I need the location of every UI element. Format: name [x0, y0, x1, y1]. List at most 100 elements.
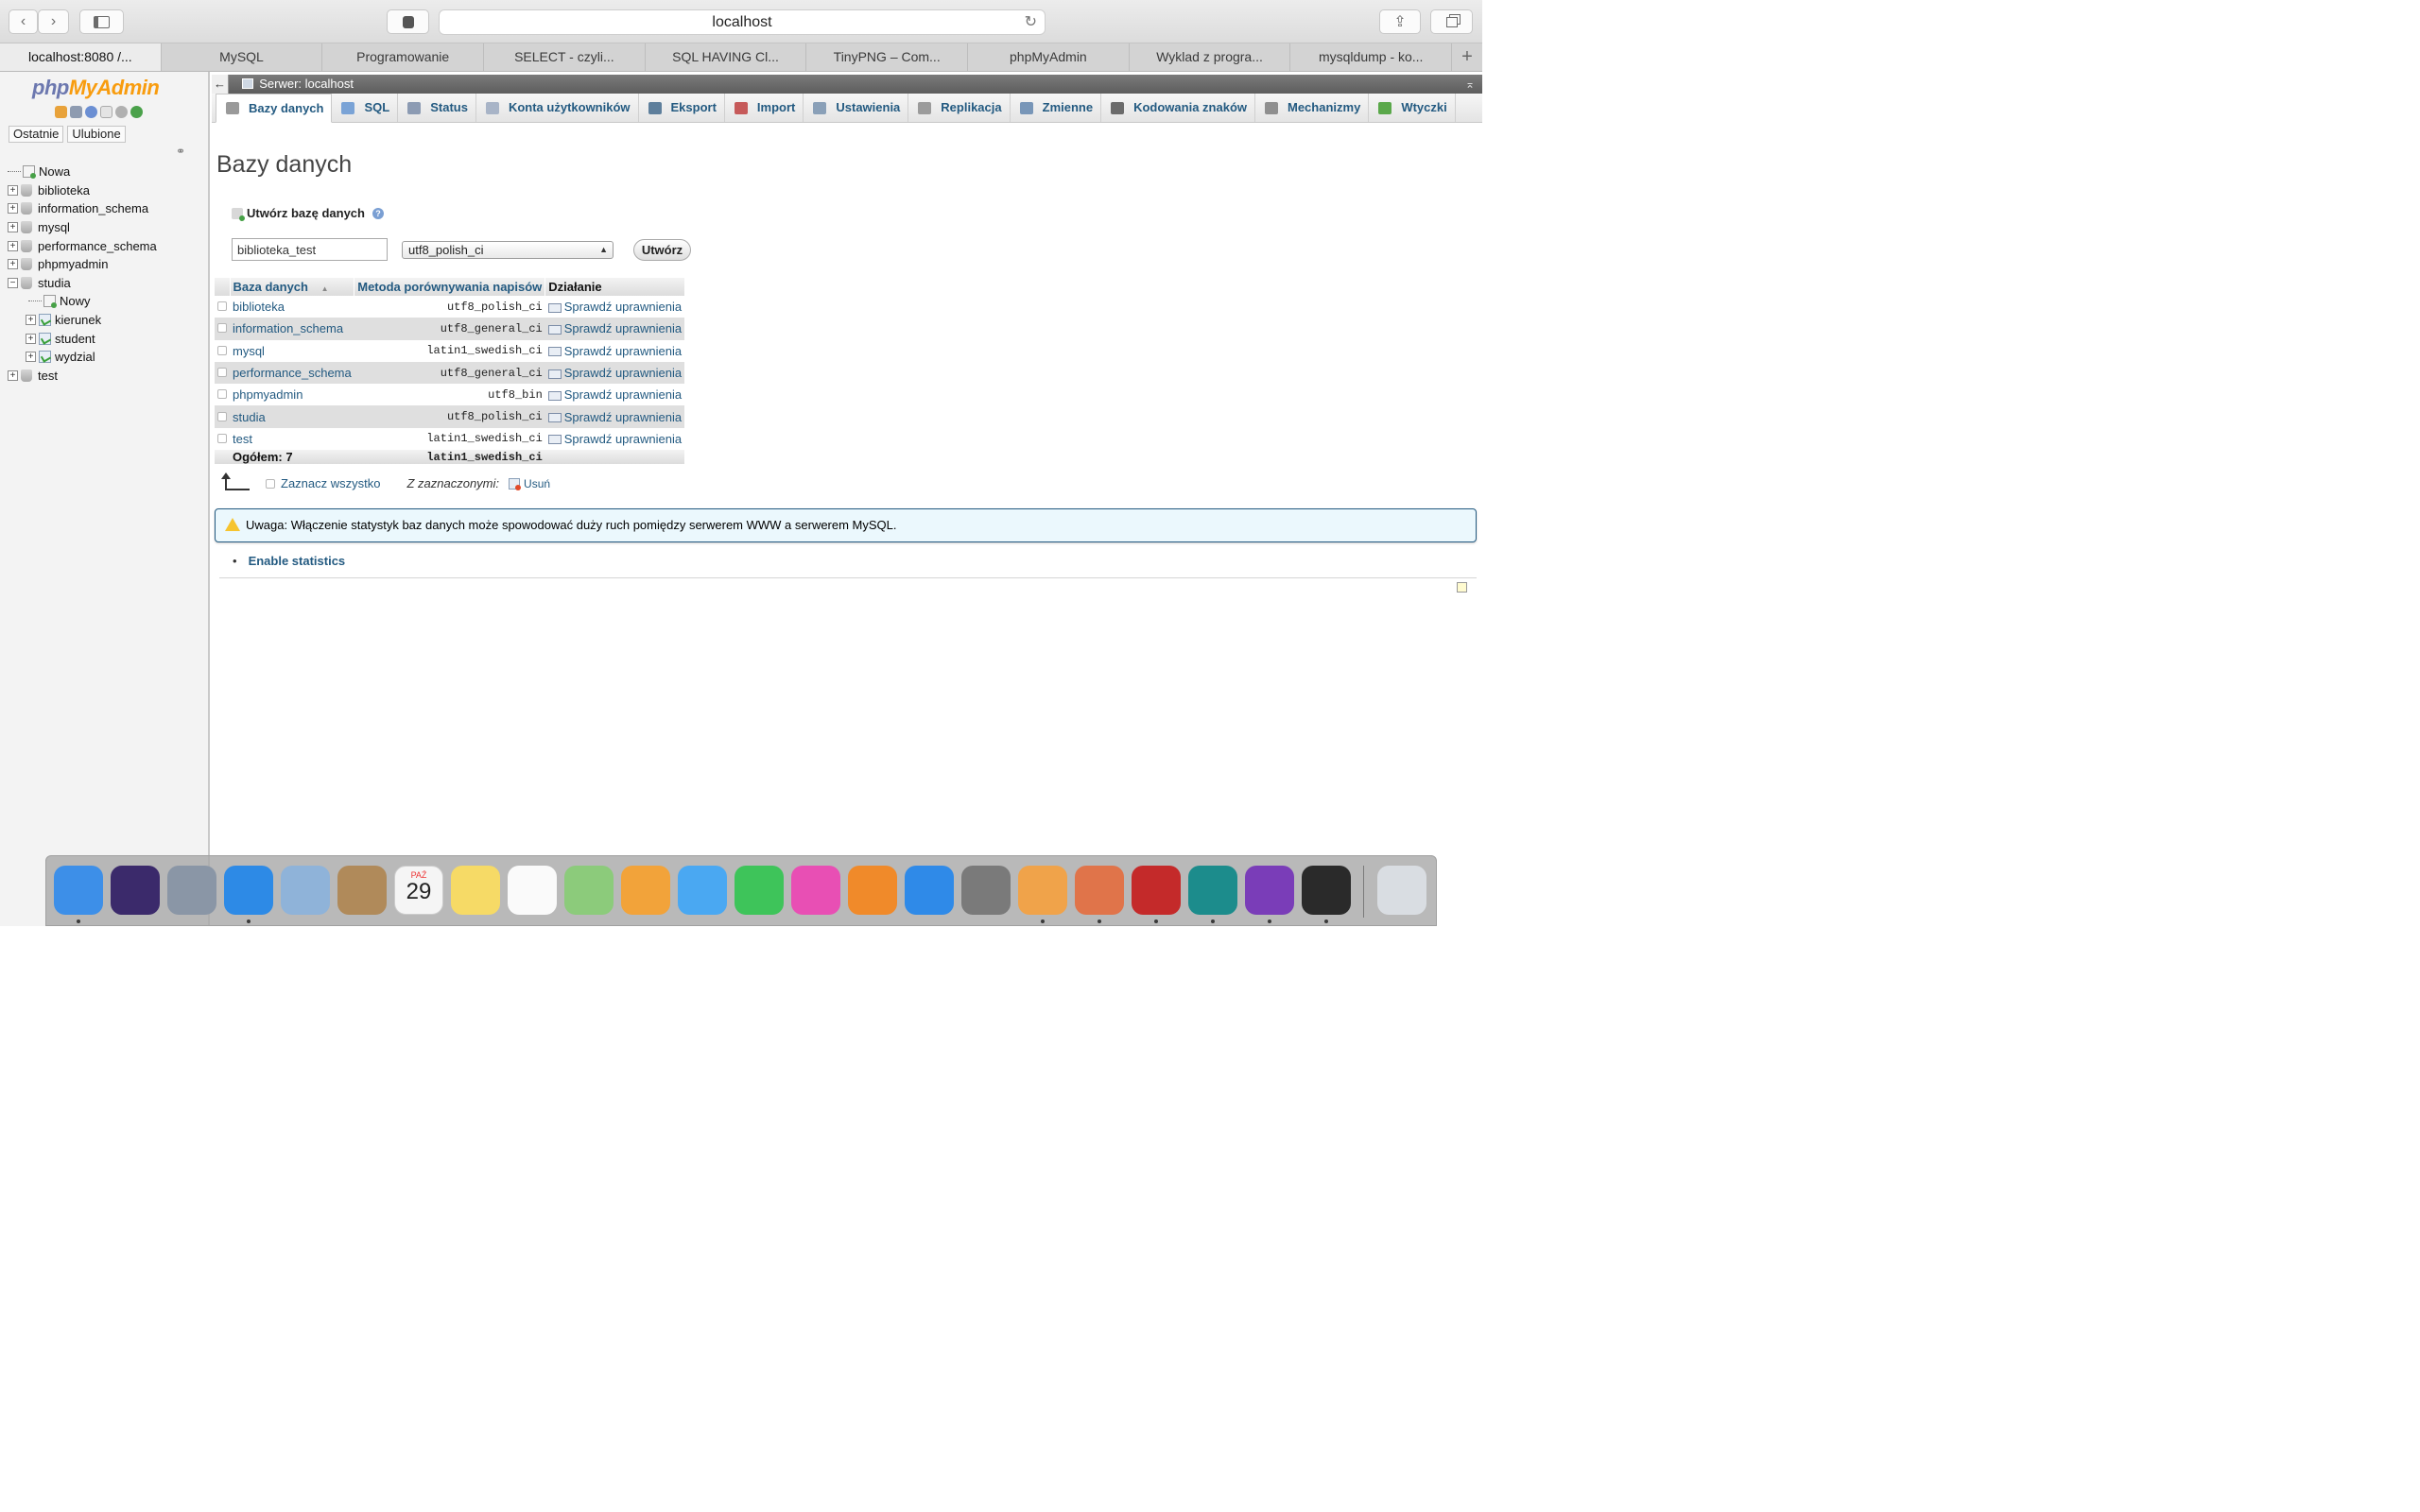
row-checkbox[interactable] — [217, 389, 227, 400]
tab-status[interactable]: Status — [398, 94, 476, 122]
row-checkbox[interactable] — [217, 323, 227, 334]
expand-icon[interactable]: + — [26, 315, 36, 326]
database-name-link[interactable]: biblioteka — [230, 296, 354, 318]
system-preferences-icon[interactable] — [961, 866, 1011, 915]
eset-icon[interactable] — [1188, 866, 1237, 915]
tree-item-table[interactable]: + wydzial — [8, 348, 157, 367]
expand-icon[interactable]: + — [26, 333, 36, 344]
collapse-icon[interactable]: − — [8, 277, 18, 288]
tab-bazy-danych[interactable]: Bazy danych — [216, 94, 333, 123]
row-checkbox[interactable] — [217, 433, 227, 443]
browser-tab[interactable]: localhost:8080 /... — [0, 43, 162, 71]
link-with-main-icon[interactable]: ⚭ — [176, 145, 185, 158]
drop-selected-button[interactable]: Usuń — [524, 477, 550, 490]
contacts-icon[interactable] — [337, 866, 387, 915]
trash-icon[interactable] — [1377, 866, 1426, 915]
check-privileges-link[interactable]: Sprawdź uprawnienia — [544, 361, 685, 385]
docs-icon[interactable] — [100, 106, 112, 118]
terminal-icon[interactable] — [1302, 866, 1351, 915]
phpmyadmin-logo[interactable]: phpMyAdmin — [32, 76, 160, 100]
check-privileges-link[interactable]: Sprawdź uprawnienia — [544, 339, 685, 362]
database-name-link[interactable]: test — [230, 427, 354, 451]
collapse-top-icon[interactable]: ⌅ — [1465, 75, 1475, 94]
browser-tab[interactable]: SELECT - czyli... — [484, 43, 646, 71]
check-privileges-link[interactable]: Sprawdź uprawnienia — [544, 296, 685, 318]
tab-eksport[interactable]: Eksport — [639, 94, 725, 122]
hide-navigation-button[interactable]: ← — [212, 75, 229, 94]
tabs-overview-button[interactable] — [1430, 9, 1473, 34]
tree-item-database[interactable]: + information_schema — [8, 199, 157, 218]
sidebar-toggle-button[interactable] — [79, 9, 124, 34]
server-breadcrumb[interactable]: Serwer: localhost — [259, 77, 354, 91]
share-button[interactable]: ⇪ — [1379, 9, 1421, 34]
browser-tab[interactable]: TinyPNG – Com... — [806, 43, 969, 71]
new-tab-button[interactable]: + — [1452, 43, 1482, 71]
help-icon[interactable]: ? — [372, 207, 384, 219]
reload-icon[interactable]: ↻ — [1025, 10, 1037, 34]
tree-item-database[interactable]: + performance_schema — [8, 236, 157, 255]
pages-icon[interactable] — [1018, 866, 1067, 915]
photos-icon[interactable] — [621, 866, 670, 915]
row-checkbox[interactable] — [217, 345, 227, 355]
reminders-icon[interactable] — [508, 866, 557, 915]
select-all-checkbox[interactable] — [266, 478, 275, 489]
database-name-link[interactable]: phpmyadmin — [230, 384, 354, 406]
launchpad-icon[interactable] — [167, 866, 216, 915]
tab-zmienne[interactable]: Zmienne — [1011, 94, 1102, 122]
notes-icon[interactable] — [451, 866, 500, 915]
tree-item-database[interactable]: + phpmyadmin — [8, 255, 157, 274]
mail-icon[interactable] — [281, 866, 330, 915]
expand-icon[interactable]: + — [8, 222, 18, 233]
collation-column-header[interactable]: Metoda porównywania napisów — [354, 278, 546, 296]
expand-icon[interactable]: + — [8, 369, 18, 381]
console-toggle-icon[interactable] — [1457, 582, 1467, 593]
collation-select[interactable]: utf8_polish_ci ▲ — [402, 241, 614, 259]
calendar-icon[interactable]: PAŹ 29 — [394, 866, 443, 915]
tree-item-database-studia[interactable]: − studia — [8, 274, 157, 293]
enable-statistics-link[interactable]: Enable statistics — [233, 554, 346, 568]
tree-item-database[interactable]: + test — [8, 367, 157, 386]
tree-item-table[interactable]: + student — [8, 329, 157, 348]
extension-button[interactable] — [387, 9, 429, 34]
recent-tables-button[interactable]: Ostatnie — [9, 126, 64, 143]
row-checkbox[interactable] — [217, 411, 227, 421]
safari-icon[interactable] — [224, 866, 273, 915]
browser-tab[interactable]: Programowanie — [322, 43, 485, 71]
expand-icon[interactable]: + — [8, 184, 18, 196]
expand-icon[interactable]: + — [8, 203, 18, 215]
database-column-header[interactable]: Baza danych ▲ — [230, 278, 355, 296]
check-privileges-link[interactable]: Sprawdź uprawnienia — [544, 427, 685, 451]
tab-mechanizmy[interactable]: Mechanizmy — [1255, 94, 1370, 122]
settings-icon[interactable] — [115, 106, 128, 118]
browser-tab[interactable]: MySQL — [162, 43, 323, 71]
browser-tab[interactable]: mysqldump - ko... — [1290, 43, 1453, 71]
tab-sql[interactable]: SQL — [332, 94, 399, 122]
siri-icon[interactable] — [111, 866, 160, 915]
browser-tab[interactable]: Wyklad z progra... — [1130, 43, 1291, 71]
xampp-icon[interactable] — [1075, 866, 1124, 915]
expand-icon[interactable]: + — [8, 240, 18, 251]
create-database-button[interactable]: Utwórz — [633, 239, 691, 261]
check-privileges-link[interactable]: Sprawdź uprawnienia — [544, 318, 685, 340]
tab-wtyczki[interactable]: Wtyczki — [1369, 94, 1456, 122]
tree-item-new-table[interactable]: Nowy — [8, 292, 157, 311]
tab-import[interactable]: Import — [725, 94, 804, 122]
expand-icon[interactable]: + — [8, 259, 18, 270]
forward-button[interactable]: › — [38, 9, 69, 34]
browser-tab[interactable]: SQL HAVING Cl... — [646, 43, 807, 71]
tab-replikacja[interactable]: Replikacja — [908, 94, 1011, 122]
home-icon[interactable] — [55, 106, 67, 118]
database-name-link[interactable]: mysql — [230, 339, 354, 362]
back-button[interactable]: ‹ — [9, 9, 38, 34]
logout-icon[interactable] — [70, 106, 82, 118]
row-checkbox[interactable] — [217, 368, 227, 378]
database-name-link[interactable]: performance_schema — [230, 361, 354, 385]
tab-kodowania-znaków[interactable]: Kodowania znaków — [1101, 94, 1255, 122]
messages-icon[interactable] — [678, 866, 727, 915]
appstore-icon[interactable] — [905, 866, 954, 915]
tab-ustawienia[interactable]: Ustawienia — [804, 94, 909, 122]
tree-item-new[interactable]: Nowa — [8, 163, 157, 181]
database-name-link[interactable]: studia — [230, 405, 354, 428]
ibooks-icon[interactable] — [848, 866, 897, 915]
tree-item-database[interactable]: + biblioteka — [8, 181, 157, 200]
